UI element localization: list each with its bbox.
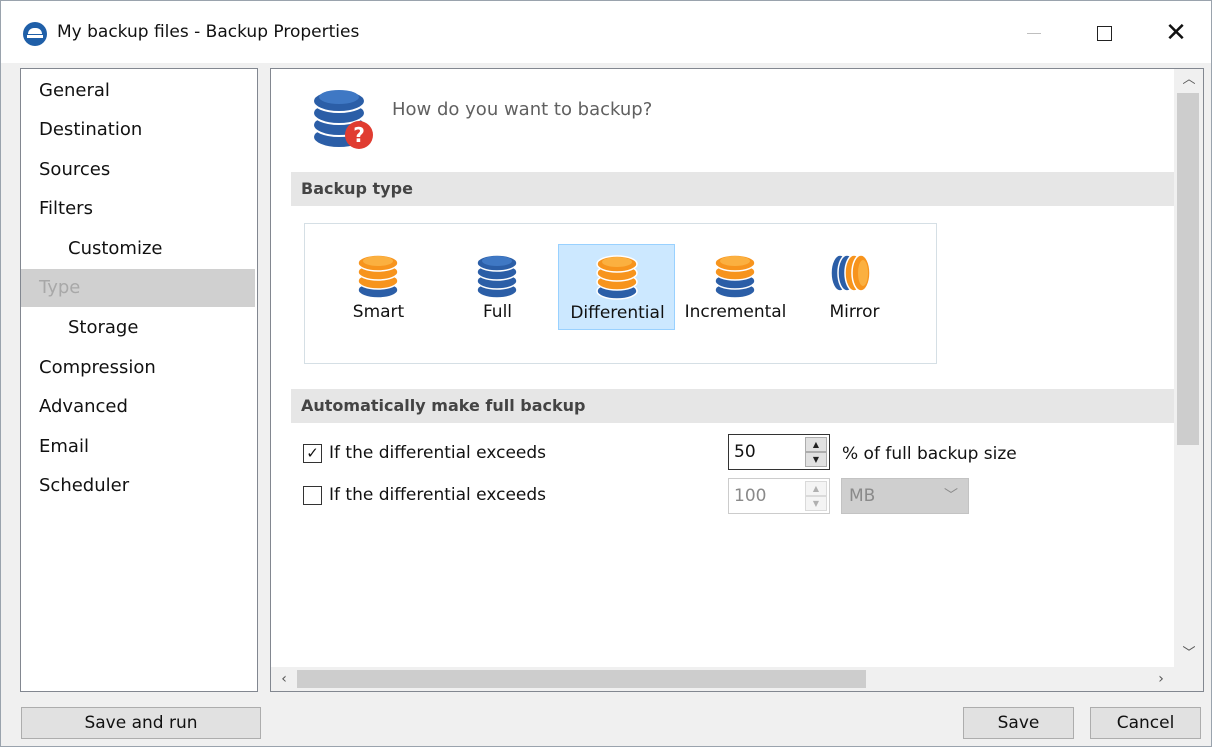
nav-item-compression[interactable]: Compression — [21, 349, 255, 387]
backup-type-options: Smart Full Differential Incremental Mirr… — [304, 223, 937, 364]
nav-item-advanced[interactable]: Advanced — [21, 388, 255, 426]
spin-down-icon[interactable]: ▼ — [805, 496, 827, 511]
backup-type-mirror[interactable]: Mirror — [796, 244, 913, 330]
incremental-backup-icon — [714, 254, 756, 299]
threshold-percent-spinner[interactable]: 50 ▲ ▼ — [728, 434, 830, 470]
chevron-down-icon: ﹀ — [944, 488, 958, 504]
backup-type-differential[interactable]: Differential — [558, 244, 675, 330]
title-bar: My backup files - Backup Properties ✕ — [1, 1, 1211, 63]
spin-down-icon[interactable]: ▼ — [805, 452, 827, 467]
threshold-size-spinner[interactable]: 100 ▲ ▼ — [728, 478, 830, 514]
threshold-row-percent: ✓ If the differential exceeds — [303, 441, 703, 467]
save-and-run-button[interactable]: Save and run — [21, 707, 261, 739]
threshold-percent-label: If the differential exceeds — [329, 443, 547, 463]
backup-type-heading: Backup type — [291, 172, 1174, 206]
backup-properties-window: My backup files - Backup Properties ✕ Ge… — [0, 0, 1212, 747]
auto-full-backup-heading: Automatically make full backup — [291, 389, 1174, 423]
mirror-backup-icon — [830, 254, 871, 292]
smart-backup-icon — [357, 254, 399, 299]
nav-item-storage[interactable]: Storage — [21, 309, 255, 347]
minimize-icon[interactable] — [1011, 15, 1057, 51]
vertical-scroll-thumb[interactable] — [1177, 93, 1199, 445]
backup-type-mirror-label: Mirror — [829, 302, 880, 322]
threshold-percent-unit: % of full backup size — [842, 444, 1017, 464]
threshold-size-unit-select[interactable]: MB ﹀ — [841, 478, 969, 514]
backup-type-incremental[interactable]: Incremental — [677, 244, 794, 330]
nav-item-type[interactable]: Type — [21, 269, 255, 307]
spin-up-icon[interactable]: ▲ — [805, 437, 827, 452]
scrollbar-corner — [1174, 667, 1203, 691]
nav-item-scheduler[interactable]: Scheduler — [21, 467, 255, 505]
cancel-button[interactable]: Cancel — [1090, 707, 1201, 739]
nav-item-filters[interactable]: Filters — [21, 190, 255, 228]
content-pane: ? How do you want to backup? Backup type… — [270, 68, 1204, 692]
nav-item-email[interactable]: Email — [21, 428, 255, 466]
backup-type-full-label: Full — [482, 302, 513, 322]
threshold-size-label: If the differential exceeds — [329, 485, 547, 505]
page-question: How do you want to backup? — [392, 99, 653, 120]
scroll-up-icon[interactable]: ︿ — [1174, 69, 1203, 91]
threshold-percent-value: 50 — [734, 442, 756, 462]
threshold-percent-checkbox[interactable]: ✓ — [303, 444, 322, 463]
backup-type-full[interactable]: Full — [439, 244, 556, 330]
spin-up-icon[interactable]: ▲ — [805, 481, 827, 496]
horizontal-scroll-thumb[interactable] — [297, 670, 866, 688]
threshold-size-checkbox[interactable] — [303, 486, 322, 505]
nav-item-sources[interactable]: Sources — [21, 151, 255, 189]
unit-select-value: MB — [849, 486, 876, 506]
nav-item-general[interactable]: General — [21, 72, 255, 110]
scroll-down-icon[interactable]: ﹀ — [1174, 643, 1203, 665]
vertical-scrollbar[interactable]: ︿ ﹀ — [1174, 69, 1203, 667]
nav-item-customize[interactable]: Customize — [21, 230, 255, 268]
close-icon[interactable]: ✕ — [1153, 15, 1199, 51]
backup-type-incremental-label: Incremental — [684, 302, 787, 322]
nav-item-destination[interactable]: Destination — [21, 111, 255, 149]
settings-nav: General Destination Sources Filters Cust… — [20, 68, 258, 692]
threshold-size-value: 100 — [734, 486, 767, 506]
full-backup-icon — [476, 254, 518, 299]
app-logo-icon — [23, 22, 47, 46]
maximize-icon[interactable] — [1081, 15, 1127, 51]
backup-type-differential-label: Differential — [570, 303, 665, 323]
scroll-right-icon[interactable]: › — [1148, 667, 1174, 691]
svg-text:?: ? — [353, 123, 365, 147]
save-button[interactable]: Save — [963, 707, 1074, 739]
horizontal-scrollbar[interactable]: ‹ › — [271, 667, 1174, 691]
differential-backup-icon — [596, 255, 638, 300]
backup-type-smart[interactable]: Smart — [320, 244, 437, 330]
scroll-left-icon[interactable]: ‹ — [271, 667, 297, 691]
backup-question-icon: ? — [312, 89, 373, 149]
window-title: My backup files - Backup Properties — [57, 22, 360, 42]
threshold-row-size: If the differential exceeds — [303, 483, 703, 509]
backup-type-smart-label: Smart — [352, 302, 405, 322]
